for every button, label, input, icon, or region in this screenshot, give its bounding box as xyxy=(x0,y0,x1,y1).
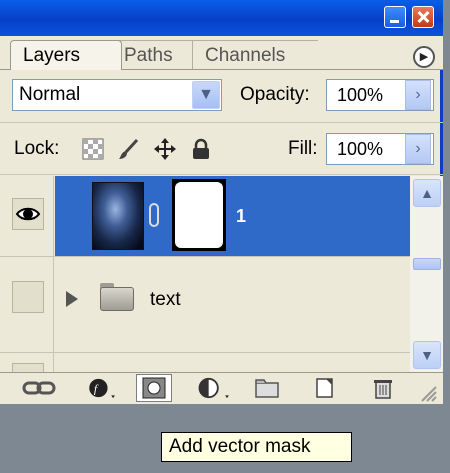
blend-opacity-row: Normal ▼ Opacity: 100% › xyxy=(0,70,443,122)
adjustment-layer-icon[interactable] xyxy=(196,377,236,399)
vector-mask-fill xyxy=(175,182,223,248)
tooltip: Add vector mask xyxy=(161,432,352,462)
visibility-cell xyxy=(0,257,54,353)
layers-scrollbar[interactable]: ▲ ▼ xyxy=(410,176,443,372)
group-name[interactable]: text xyxy=(150,289,181,311)
layer-name[interactable]: 1 xyxy=(236,206,246,227)
visibility-toggle[interactable] xyxy=(12,281,44,313)
fill-slider-arrow-icon[interactable]: › xyxy=(405,134,431,164)
link-layers-icon[interactable] xyxy=(22,377,56,399)
layer-style-fx-icon[interactable]: f xyxy=(86,377,120,399)
fill-value: 100% xyxy=(337,139,384,159)
tab-paths[interactable]: Paths xyxy=(112,40,202,70)
add-vector-mask-button[interactable] xyxy=(136,374,172,402)
tab-channels[interactable]: Channels xyxy=(192,40,318,70)
opacity-value: 100% xyxy=(337,85,384,105)
layer-row-partial[interactable] xyxy=(0,352,410,372)
eye-icon xyxy=(15,207,41,221)
lock-pixels-brush-icon[interactable] xyxy=(117,138,139,160)
chevron-down-icon[interactable]: ▼ xyxy=(192,81,220,109)
divider xyxy=(0,174,443,175)
visibility-cell xyxy=(0,353,54,372)
divider xyxy=(0,122,443,123)
layers-toolbar: f xyxy=(0,372,443,404)
folder-icon xyxy=(100,287,134,311)
lock-position-move-icon[interactable] xyxy=(154,138,176,160)
visibility-toggle[interactable] xyxy=(12,363,44,372)
visibility-toggle[interactable] xyxy=(12,198,44,230)
add-vector-mask-icon xyxy=(142,377,166,399)
layer-group-text[interactable]: text xyxy=(0,256,410,353)
resize-grip-icon[interactable] xyxy=(420,383,438,405)
lock-all-icon[interactable] xyxy=(190,138,212,160)
layer-row-1[interactable]: 1 xyxy=(0,176,410,256)
layers-list: 1 text ▲ ▼ xyxy=(0,176,443,372)
expand-triangle-icon[interactable] xyxy=(66,291,78,307)
minimize-icon[interactable] xyxy=(384,6,406,28)
link-chain-icon[interactable] xyxy=(149,203,159,227)
lock-label: Lock: xyxy=(14,138,60,159)
new-group-folder-icon[interactable] xyxy=(254,377,280,399)
trash-icon[interactable] xyxy=(372,377,394,399)
tab-layers[interactable]: Layers xyxy=(10,40,122,70)
opacity-slider-arrow-icon[interactable]: › xyxy=(405,80,431,110)
layers-panel: Paths Channels Layers ▶ Normal ▼ Opacity… xyxy=(0,0,443,404)
scroll-down-icon[interactable]: ▼ xyxy=(413,341,441,369)
fill-label: Fill: xyxy=(288,138,318,159)
scroll-thumb[interactable] xyxy=(413,258,441,270)
blend-mode-select[interactable]: Normal ▼ xyxy=(12,79,222,111)
visibility-cell xyxy=(0,176,54,256)
lock-transparency-icon[interactable] xyxy=(82,138,104,160)
scroll-up-icon[interactable]: ▲ xyxy=(413,179,441,207)
close-icon[interactable] xyxy=(412,6,434,28)
panel-titlebar xyxy=(0,0,443,36)
blend-mode-value: Normal xyxy=(19,84,81,105)
new-layer-icon[interactable] xyxy=(314,377,336,399)
opacity-label: Opacity: xyxy=(240,84,310,105)
panel-tabs: Paths Channels Layers ▶ xyxy=(0,36,443,70)
layer-thumbnail[interactable] xyxy=(92,182,144,250)
panel-menu-arrow-icon[interactable]: ▶ xyxy=(413,46,435,68)
